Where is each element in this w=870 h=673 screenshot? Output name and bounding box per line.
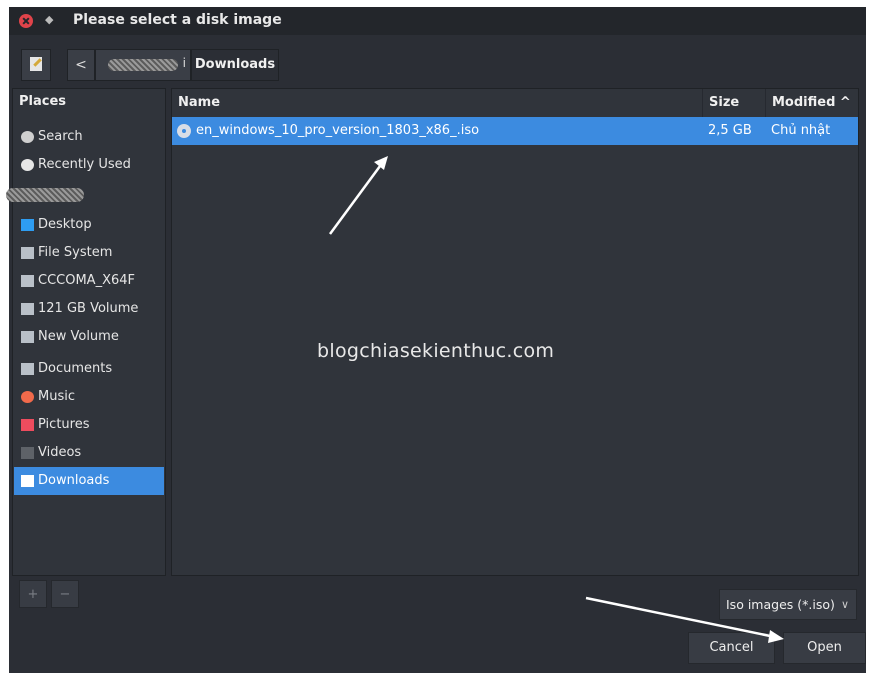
arrow-to-file	[328, 156, 388, 235]
arrow-to-open	[585, 596, 784, 643]
annotation-arrows	[328, 156, 784, 643]
